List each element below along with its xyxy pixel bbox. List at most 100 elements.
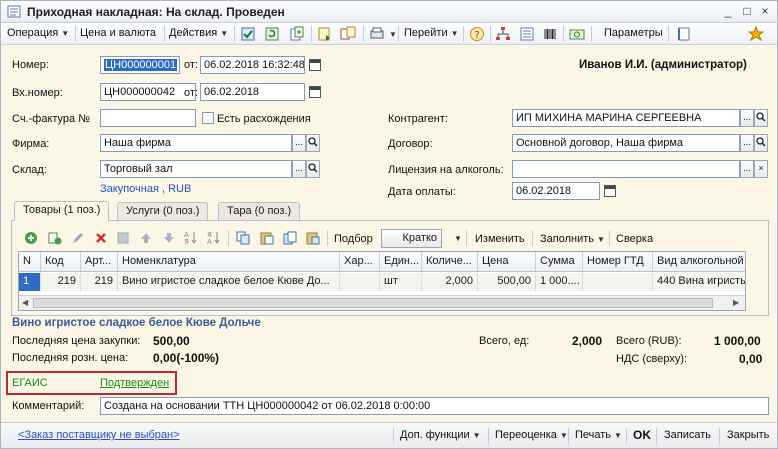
contract-open-button[interactable] (754, 134, 768, 152)
move-down-icon[interactable] (162, 231, 176, 245)
cell-n[interactable]: 1 (19, 273, 41, 291)
column-header-code[interactable]: Код (41, 252, 81, 272)
column-header-article[interactable]: Арт... (81, 252, 118, 272)
column-header-alcohol-type[interactable]: Вид алкогольной (653, 252, 745, 272)
add-row-icon[interactable] (24, 231, 38, 245)
actions-menu[interactable]: Действия ▼ (169, 27, 228, 39)
price-type-link[interactable]: Закупочная , RUB (100, 183, 191, 195)
currency-icon[interactable] (569, 26, 585, 42)
supplier-order-link[interactable]: <Заказ поставщику не выбран> (18, 429, 180, 441)
check-button[interactable]: Сверка (616, 233, 653, 245)
in-number-date-field[interactable]: 06.02.2018 (200, 83, 305, 101)
cell-price[interactable]: 500,00 (478, 273, 536, 291)
tab-containers[interactable]: Тара (0 поз.) (218, 202, 301, 220)
calendar-icon[interactable] (309, 86, 321, 98)
save-button[interactable]: Записать (664, 429, 711, 441)
scroll-right-icon[interactable]: ▶ (733, 298, 739, 307)
sort-desc-icon[interactable]: ЯA (207, 230, 221, 245)
close-icon[interactable]: × (758, 4, 772, 18)
scrollbar-thumb[interactable] (33, 298, 713, 308)
tab-goods[interactable]: Товары (1 поз.) (14, 201, 110, 221)
counterparty-select-button[interactable]: ... (740, 109, 754, 127)
change-button[interactable]: Изменить (475, 233, 525, 245)
column-header-qty[interactable]: Количе... (422, 252, 478, 272)
contract-field[interactable]: Основной договор, Наша фирма (512, 134, 740, 152)
column-header-gtd[interactable]: Номер ГТД (583, 252, 653, 272)
selection-button[interactable]: Подбор (334, 233, 373, 245)
number-date-field[interactable]: 06.02.2018 16:32:48 (200, 56, 305, 74)
counterparty-field[interactable]: ИП МИХИНА МАРИНА СЕРГЕЕВНА (512, 109, 740, 127)
structure-icon[interactable] (495, 26, 511, 42)
goods-table[interactable]: N Код Арт... Номенклатура Хар... Един...… (18, 251, 746, 311)
calendar-icon[interactable] (309, 59, 321, 71)
discrepancies-checkbox[interactable] (202, 112, 214, 124)
goto-menu[interactable]: Перейти ▼ (404, 27, 459, 39)
column-header-unit[interactable]: Един... (380, 252, 422, 272)
chevron-down-icon[interactable]: ▼ (389, 30, 397, 39)
counterparty-open-button[interactable] (754, 109, 768, 127)
warehouse-open-button[interactable] (306, 160, 320, 178)
column-header-item[interactable]: Номенклатура (118, 252, 340, 272)
cell-sum[interactable]: 1 000.... (536, 273, 583, 291)
in-number-field[interactable]: ЦН000000042 (100, 83, 196, 101)
operation-menu[interactable]: Операция ▼ (7, 27, 69, 39)
firm-open-button[interactable] (306, 134, 320, 152)
cell-qty[interactable]: 2,000 (422, 273, 478, 291)
license-select-button[interactable]: ... (740, 160, 754, 178)
paste-icon[interactable] (260, 231, 274, 245)
cell-gtd[interactable] (583, 273, 653, 291)
delete-row-icon[interactable] (94, 231, 108, 245)
help-icon[interactable]: ? (469, 26, 485, 42)
short-mode-button[interactable]: Кратко (381, 229, 442, 248)
cell-unit[interactable]: шт (380, 273, 422, 291)
column-header-sum[interactable]: Сумма (536, 252, 583, 272)
barcode-icon[interactable] (542, 26, 558, 42)
license-field[interactable] (512, 160, 740, 178)
post-icon[interactable] (240, 26, 256, 42)
refresh-icon[interactable] (264, 26, 280, 42)
egais-status-link[interactable]: Подтвержден (100, 377, 169, 389)
sort-asc-icon[interactable]: AЯ (184, 230, 198, 245)
close-button[interactable]: Закрыть (727, 429, 769, 441)
warehouse-select-button[interactable]: ... (292, 160, 306, 178)
cell-item[interactable]: Вино игристое сладкое белое Кюве До... (118, 273, 340, 291)
pay-date-field[interactable]: 06.02.2018 (512, 182, 600, 200)
calendar-icon[interactable] (604, 185, 616, 197)
edit-row-icon[interactable] (71, 231, 85, 245)
cell-article[interactable]: 219 (81, 273, 118, 291)
move-up-icon[interactable] (139, 231, 153, 245)
cell-char[interactable] (340, 273, 380, 291)
price-currency-button[interactable]: Цена и валюта (80, 27, 156, 39)
reprice-menu[interactable]: Переоценка ▼ (495, 429, 568, 441)
end-edit-icon[interactable] (116, 231, 130, 245)
journal-icon[interactable] (676, 26, 692, 42)
checklist-icon[interactable] (519, 26, 535, 42)
firm-field[interactable]: Наша фирма (100, 134, 292, 152)
restore-icon[interactable]: □ (740, 4, 754, 18)
copy-icon[interactable] (236, 231, 250, 245)
cell-alcohol-type[interactable]: 440 Вина игристь (653, 273, 745, 291)
horizontal-scrollbar[interactable]: ◀ ▶ (19, 295, 745, 310)
copy-doc-icon[interactable] (289, 26, 305, 42)
license-clear-button[interactable]: × (754, 160, 768, 178)
cell-code[interactable]: 219 (41, 273, 81, 291)
copy-rows-icon[interactable] (283, 231, 297, 245)
invoice-field[interactable] (100, 109, 196, 127)
document-chain-icon[interactable] (340, 26, 356, 42)
parameters-button[interactable]: Параметры (604, 27, 663, 39)
ok-button[interactable]: OK (633, 428, 651, 442)
minimize-icon[interactable]: _ (721, 4, 735, 18)
column-header-n[interactable]: N (19, 252, 41, 272)
chevron-down-icon[interactable]: ▼ (454, 234, 462, 243)
based-on-icon[interactable] (317, 26, 333, 42)
copy-row-icon[interactable] (48, 231, 62, 245)
contract-select-button[interactable]: ... (740, 134, 754, 152)
extra-functions-menu[interactable]: Доп. функции ▼ (400, 429, 481, 441)
column-header-char[interactable]: Хар... (340, 252, 380, 272)
comment-field[interactable]: Создана на основании ТТН ЦН000000042 от … (100, 397, 769, 415)
scroll-left-icon[interactable]: ◀ (22, 298, 28, 307)
paste-rows-icon[interactable] (306, 231, 320, 245)
number-field[interactable]: ЦН000000001 (100, 56, 180, 74)
favorite-star-icon[interactable] (748, 26, 764, 42)
print-menu[interactable]: Печать ▼ (575, 429, 622, 441)
